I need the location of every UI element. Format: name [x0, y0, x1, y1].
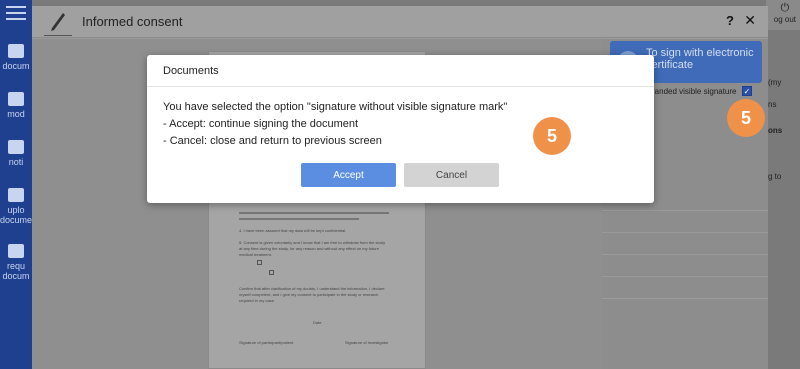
dialog-message: - Cancel: close and return to previous s… — [163, 135, 382, 147]
cancel-button[interactable]: Cancel — [404, 163, 499, 187]
dialog-title: Documents — [163, 65, 219, 77]
step-badge: 5 — [727, 99, 765, 137]
accept-button[interactable]: Accept — [301, 163, 396, 187]
dialog-message: You have selected the option "signature … — [163, 101, 508, 113]
dialog-message: - Accept: continue signing the document — [163, 118, 359, 130]
documents-dialog: Documents You have selected the option "… — [147, 55, 654, 203]
divider — [147, 86, 654, 87]
step-badge: 5 — [533, 117, 571, 155]
